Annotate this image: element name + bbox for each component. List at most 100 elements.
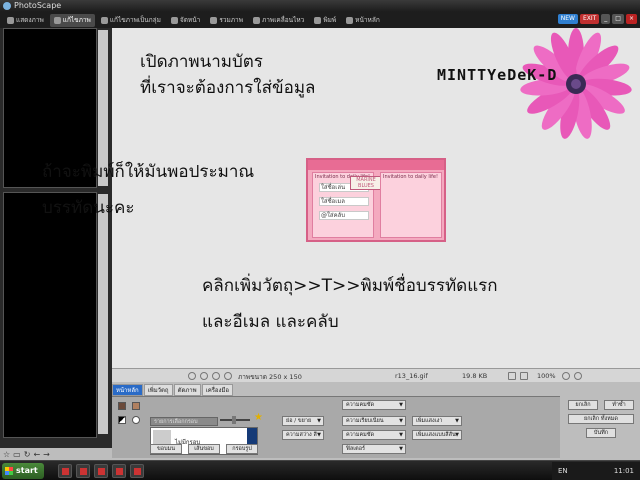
zoom-in-icon[interactable] <box>562 372 570 380</box>
maximize-button[interactable]: □ <box>612 14 624 24</box>
refresh-icon[interactable]: ↻ <box>24 450 31 459</box>
instruction-line-2: ที่เราจะต้องการใส่ข้อมูล <box>140 78 316 98</box>
tab-page[interactable]: จัดหน้า <box>167 14 204 27</box>
tab-home[interactable]: หน้าหลัก <box>342 14 384 27</box>
contrast-dropdown[interactable]: ความคมชัด <box>342 430 406 440</box>
flip-vertical-icon[interactable] <box>224 372 232 380</box>
thumbnail-scrollbar[interactable] <box>98 194 108 434</box>
filter-dropdown[interactable]: ฟิลเตอร์ <box>342 444 406 454</box>
panel-tabs: หน้าหลัก เพิ่มวัตถุ ตัดภาพ เครื่องมือ <box>112 384 234 396</box>
back-arrow-icon[interactable]: ← <box>33 450 40 459</box>
minimize-button[interactable]: _ <box>601 14 611 24</box>
panel-tab-object[interactable]: เพิ่มวัตถุ <box>143 384 173 396</box>
flip-horizontal-icon[interactable] <box>212 372 220 380</box>
frame-list-dropdown[interactable]: รายการเลือกกรอบ <box>150 417 218 426</box>
instruction-line-4: บรรทัดนะคะ <box>42 198 135 218</box>
left-pane <box>0 28 112 448</box>
border-button[interactable]: เส้นขอบ <box>188 444 220 454</box>
taskbar: start EN 11:01 <box>0 460 640 480</box>
tab-print[interactable]: พิมพ์ <box>310 14 340 27</box>
color-light-dropdown[interactable]: เพิ่มแสงแบบสีสัน <box>412 430 462 440</box>
file-name-text: r13_16.gif <box>395 372 428 380</box>
panel-tab-tools[interactable]: เครื่องมือ <box>201 384 234 396</box>
window-title: PhotoScape <box>14 1 62 10</box>
pink-flower-image <box>520 28 632 139</box>
name-card-image[interactable]: Invitation to daily life! ใส่ชื่อเล่น ใส… <box>306 158 446 242</box>
card-field-club: @ใส่คลับ <box>319 211 369 220</box>
main-tab-bar: แสดงภาพ แก้ไขภาพ แก้ไขภาพเป็นกลุ่ม จัดหน… <box>0 12 640 28</box>
tab-animated-gif[interactable]: ภาพเคลื่อนไหว <box>249 14 308 27</box>
taskbar-app-2[interactable] <box>76 464 90 478</box>
star-icon[interactable]: ☆ <box>3 450 10 459</box>
thumbnail-list[interactable] <box>3 192 97 438</box>
editor-tools-panel: หน้าหลัก เพิ่มวัตถุ ตัดภาพ เครื่องมือ รา… <box>112 382 640 460</box>
backlight-dropdown[interactable]: เพิ่มแสงเงา <box>412 416 462 426</box>
color-swatch-bw[interactable] <box>118 416 126 424</box>
language-indicator[interactable]: EN <box>558 467 568 475</box>
brightness-color-dropdown[interactable]: ความสว่าง สี <box>282 430 324 440</box>
status-bar: ภาพขนาด 250 x 150 r13_16.gif 19.8 KB 100… <box>112 368 640 382</box>
rotate-right-icon[interactable] <box>200 372 208 380</box>
photo-frame-button[interactable]: กรอบรูป <box>226 444 258 454</box>
frame-opacity-slider[interactable] <box>220 416 250 424</box>
instruction-line-6: และอีเมล และคลับ <box>202 312 339 332</box>
home-icon <box>346 16 354 24</box>
zoom-level-text: 100% <box>537 372 556 380</box>
fit-window-icon[interactable] <box>508 372 516 380</box>
panel-tab-crop[interactable]: ตัดภาพ <box>173 384 201 396</box>
resize-dropdown[interactable]: ย่อ / ขยาย <box>282 416 324 426</box>
combine-icon <box>210 16 218 24</box>
actual-size-icon[interactable] <box>520 372 528 380</box>
tab-combine[interactable]: รวมภาพ <box>206 14 247 27</box>
zoom-out-icon[interactable] <box>574 372 582 380</box>
batch-icon <box>100 16 108 24</box>
tab-editor[interactable]: แก้ไขภาพ <box>49 13 95 27</box>
folder-icon[interactable]: ▭ <box>13 450 21 459</box>
card-right-section: Invitation to daily life! <box>380 172 442 238</box>
tab-batch-editor[interactable]: แก้ไขภาพเป็นกลุ่ม <box>97 14 165 27</box>
taskbar-app-1[interactable] <box>58 464 72 478</box>
panel-tab-home[interactable]: หน้าหลัก <box>112 384 143 396</box>
taskbar-app-5[interactable] <box>130 464 144 478</box>
taskbar-app-4[interactable] <box>112 464 126 478</box>
close-button[interactable]: × <box>625 14 637 24</box>
clock: 11:01 <box>613 467 634 475</box>
favorite-star-icon[interactable]: ★ <box>254 412 263 423</box>
tab-viewer[interactable]: แสดงภาพ <box>3 14 48 27</box>
new-button[interactable]: NEW <box>557 14 578 24</box>
editor-canvas[interactable]: เปิดภาพนามบัตร ที่เราจะต้องการใส่ข้อมูล … <box>112 28 640 368</box>
forward-arrow-icon[interactable]: → <box>43 450 50 459</box>
left-toolbar: ☆ ▭ ↻ ← → <box>0 448 112 460</box>
instruction-line-1: เปิดภาพนามบัตร <box>140 52 263 72</box>
rotate-left-icon[interactable] <box>188 372 196 380</box>
print-icon <box>314 16 322 24</box>
save-button[interactable]: บันทึก <box>586 428 616 438</box>
sharpen-dropdown[interactable]: ความคมชัด <box>342 400 406 410</box>
round-corner-button[interactable]: ขอบมน <box>150 444 182 454</box>
start-button[interactable]: start <box>2 463 44 479</box>
gif-icon <box>252 16 260 24</box>
smooth-dropdown[interactable]: ความเรียบเนียน <box>342 416 406 426</box>
file-size-text: 19.8 KB <box>462 372 488 380</box>
title-bar: PhotoScape <box>0 0 640 12</box>
photoscape-window: PhotoScape แสดงภาพ แก้ไขภาพ แก้ไขภาพเป็น… <box>0 0 640 480</box>
image-size-text: ภาพขนาด 250 x 150 <box>238 373 302 381</box>
undo-button[interactable]: ยกเลิก <box>568 400 598 410</box>
instruction-line-3: ถ้าจะพิมพ์ก็ให้มันพอประมาณ <box>42 162 255 182</box>
editor-icon <box>53 16 61 24</box>
redo-button[interactable]: ทำซ้ำ <box>604 400 634 410</box>
color-swatch-brown[interactable] <box>118 402 126 410</box>
card-field-email: ใส่ชื่อเมล <box>319 197 369 206</box>
card-top-strip <box>308 160 444 170</box>
card-logo: MARINE BLUES <box>350 176 382 190</box>
taskbar-app-3[interactable] <box>94 464 108 478</box>
color-swatch-tan[interactable] <box>132 402 140 410</box>
corner-buttons: NEW EXIT _ □ × <box>557 14 637 24</box>
watermark-text: MINTTYeDeK-D <box>437 66 558 84</box>
system-tray: EN 11:01 <box>552 462 640 480</box>
color-swatch-white[interactable] <box>132 416 140 424</box>
undo-all-button[interactable]: ยกเลิก ทั้งหมด <box>568 414 634 424</box>
viewer-icon <box>7 16 14 24</box>
exit-button[interactable]: EXIT <box>579 14 600 24</box>
panel-body: รายการเลือกกรอบ ★ ไม่มีกรอบ ขอบมน เส้นขอ… <box>112 396 560 458</box>
